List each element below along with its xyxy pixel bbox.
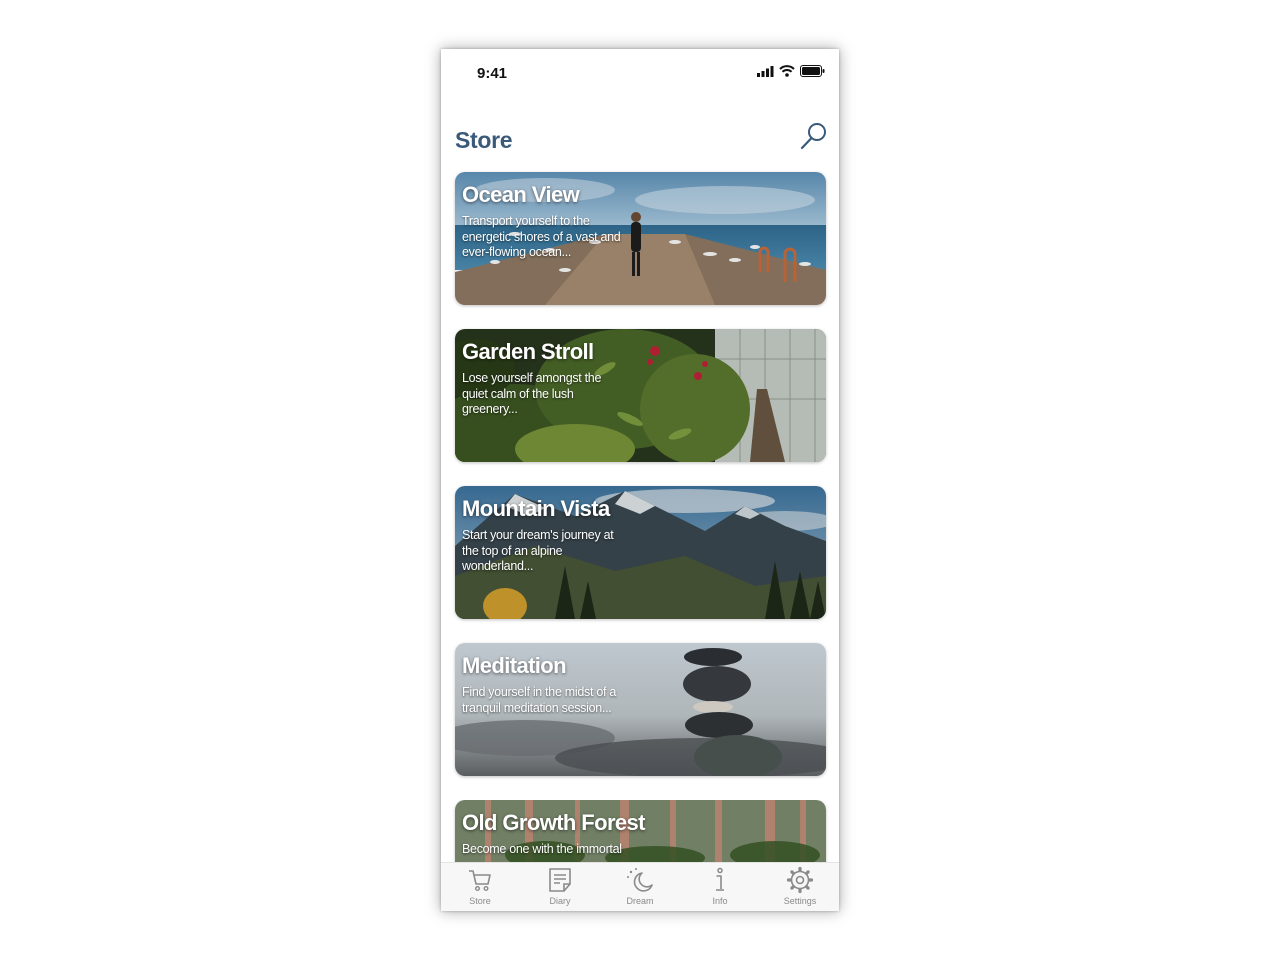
- card-description: Find yourself in the midst of a tranquil…: [462, 685, 616, 715]
- notepad-icon: [549, 868, 571, 892]
- tab-label: Diary: [549, 896, 571, 906]
- card-meditation[interactable]: Meditation Find yourself in the midst of…: [455, 643, 826, 776]
- tab-label: Dream: [626, 896, 654, 906]
- card-description: Start your dream's journey at the top of…: [462, 528, 614, 573]
- card-title: Meditation: [462, 653, 567, 678]
- tab-info[interactable]: Info: [685, 863, 755, 911]
- card-title: Old Growth Forest: [462, 810, 646, 835]
- search-button[interactable]: [799, 121, 829, 151]
- tab-diary[interactable]: Diary: [525, 863, 595, 911]
- card-description: Become one with the immortal: [462, 842, 622, 856]
- tab-label: Info: [712, 896, 728, 906]
- wifi-icon: [779, 65, 795, 77]
- status-icons: [757, 65, 825, 77]
- card-description: Lose yourself amongst the quiet calm of …: [462, 371, 602, 416]
- page-title: Store: [455, 127, 513, 153]
- tab-dream[interactable]: Dream: [605, 863, 675, 911]
- card-mountain-vista[interactable]: Mountain Vista Start your dream's journe…: [455, 486, 826, 619]
- card-garden-stroll[interactable]: Garden Stroll Lose yourself amongst the …: [455, 329, 826, 462]
- card-description: Transport yourself to the energetic shor…: [462, 214, 621, 259]
- tab-bar: Store Diary Dream Info Settings: [441, 862, 839, 911]
- tab-store[interactable]: Store: [445, 863, 515, 911]
- battery-icon: [800, 65, 825, 77]
- card-list-clip: Old Growth Forest Become one with the im…: [441, 800, 839, 862]
- gear-icon: [786, 866, 814, 894]
- card-title: Garden Stroll: [462, 339, 594, 364]
- moon-icon: [627, 868, 653, 892]
- tab-settings[interactable]: Settings: [765, 863, 835, 911]
- search-icon: [800, 123, 826, 150]
- card-title: Mountain Vista: [462, 496, 610, 521]
- signal-icon: [757, 65, 774, 77]
- tab-label: Store: [469, 896, 491, 906]
- tab-label: Settings: [783, 896, 817, 906]
- status-time: 9:41: [477, 65, 508, 82]
- card-old-growth-forest[interactable]: Old Growth Forest Become one with the im…: [455, 800, 826, 862]
- phone-screen: 9:41 Store Ocean View Transport yourself…: [441, 49, 839, 911]
- card-title: Ocean View: [462, 182, 580, 207]
- card-ocean-view[interactable]: Ocean View Transport yourself to the ene…: [455, 172, 826, 305]
- info-icon: [716, 867, 724, 891]
- cart-icon: [469, 870, 491, 892]
